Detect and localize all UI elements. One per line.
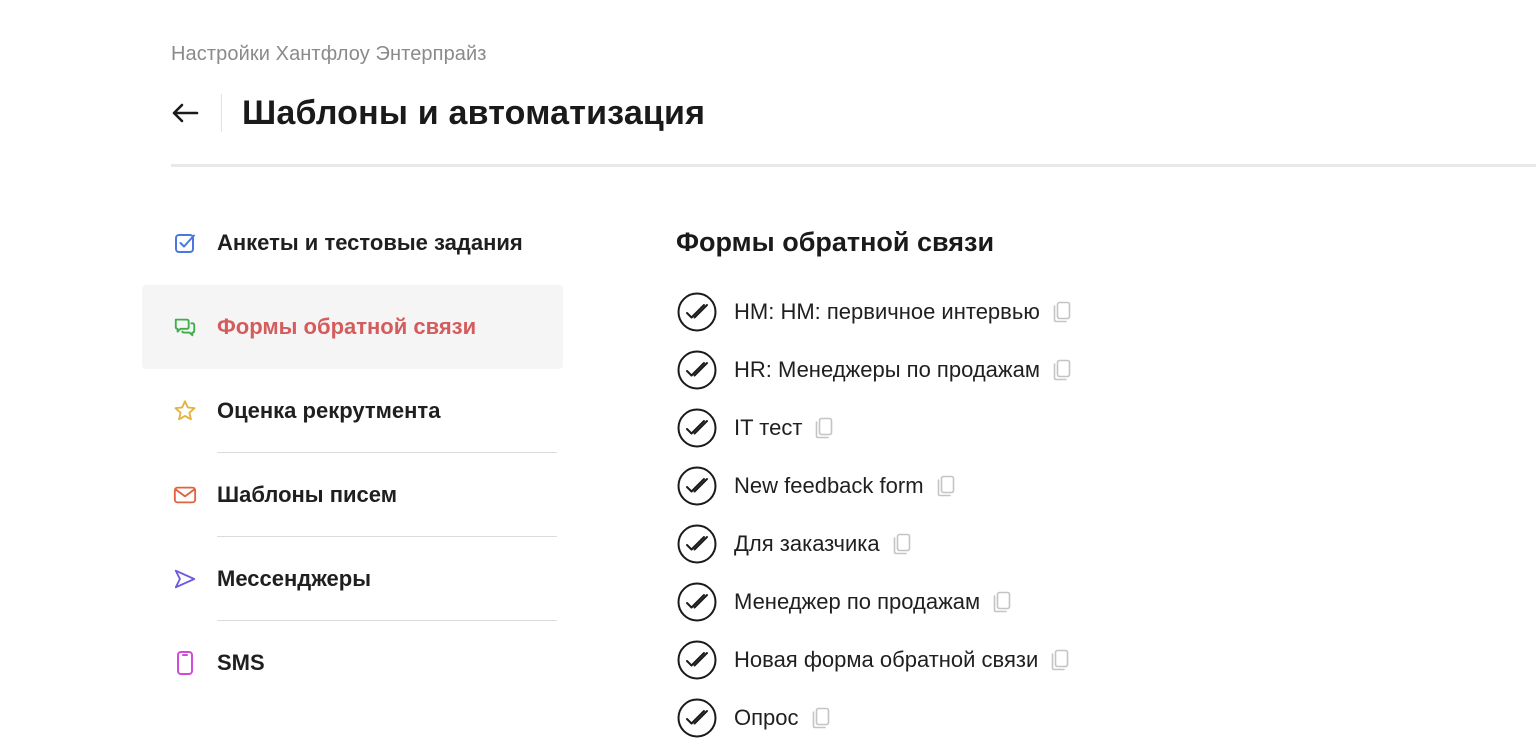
form-name-link[interactable]: IT тест [734, 415, 802, 441]
copy-icon[interactable] [1052, 359, 1072, 381]
sidebar-item-label: Формы обратной связи [217, 314, 477, 339]
sidebar-item-messengers[interactable]: Мессенджеры [142, 537, 563, 621]
copy-icon[interactable] [811, 707, 831, 729]
copy-icon[interactable] [814, 417, 834, 439]
double-check-icon [676, 465, 718, 507]
form-name-link[interactable]: Новая форма обратной связи [734, 647, 1038, 673]
sidebar-item-recruitment-rating[interactable]: Оценка рекрутмента [142, 369, 563, 453]
double-check-icon [676, 291, 718, 333]
sidebar-item-label: Шаблоны писем [217, 482, 397, 507]
sidebar-item-label: Оценка рекрутмента [217, 398, 441, 423]
back-arrow-icon[interactable] [171, 99, 199, 127]
list-item[interactable]: Опрос [676, 689, 1072, 746]
title-row: Шаблоны и автоматизация [171, 92, 705, 134]
sidebar-item-questionnaires[interactable]: Анкеты и тестовые задания [142, 201, 563, 285]
header-divider [171, 164, 1536, 167]
form-name-link[interactable]: HM: HM: первичное интервью [734, 299, 1040, 325]
breadcrumb[interactable]: Настройки Хантфлоу Энтерпрайз [171, 43, 487, 66]
list-item[interactable]: IT тест [676, 399, 1072, 457]
copy-icon[interactable] [1050, 649, 1070, 671]
feedback-form-list: HM: HM: первичное интервью HR: Менеджеры… [676, 283, 1072, 746]
copy-icon[interactable] [992, 591, 1012, 613]
list-item[interactable]: HR: Менеджеры по продажам [676, 341, 1072, 399]
double-check-icon [676, 639, 718, 681]
sidebar-item-sms[interactable]: SMS [142, 621, 563, 705]
list-item[interactable]: Менеджер по продажам [676, 573, 1072, 631]
list-item[interactable]: HM: HM: первичное интервью [676, 283, 1072, 341]
form-name-link[interactable]: New feedback form [734, 473, 924, 499]
form-name-link[interactable]: HR: Менеджеры по продажам [734, 357, 1040, 383]
page-title: Шаблоны и автоматизация [242, 93, 706, 132]
send-icon [173, 567, 197, 591]
form-name-link[interactable]: Менеджер по продажам [734, 589, 980, 615]
double-check-icon [676, 523, 718, 565]
chat-icon [173, 315, 197, 339]
phone-icon [173, 651, 197, 675]
double-check-icon [676, 697, 718, 739]
mail-icon [173, 483, 197, 507]
section-title: Формы обратной связи [676, 227, 995, 257]
sidebar-item-label: SMS [217, 650, 265, 675]
list-item[interactable]: Для заказчика [676, 515, 1072, 573]
list-item[interactable]: New feedback form [676, 457, 1072, 515]
double-check-icon [676, 407, 718, 449]
sidebar-item-label: Мессенджеры [217, 566, 371, 591]
form-name-link[interactable]: Опрос [734, 705, 799, 731]
sidebar-nav: Анкеты и тестовые задания Формы обратной… [142, 201, 563, 705]
form-name-link[interactable]: Для заказчика [734, 531, 880, 557]
copy-icon[interactable] [936, 475, 956, 497]
copy-icon[interactable] [1052, 301, 1072, 323]
sidebar-item-email-templates[interactable]: Шаблоны писем [142, 453, 563, 537]
settings-page: Настройки Хантфлоу Энтерпрайз Шаблоны и … [0, 0, 1536, 746]
sidebar-item-feedback-forms[interactable]: Формы обратной связи [142, 285, 563, 369]
title-divider [221, 94, 222, 132]
double-check-icon [676, 349, 718, 391]
double-check-icon [676, 581, 718, 623]
copy-icon[interactable] [892, 533, 912, 555]
checkbox-icon [173, 231, 197, 255]
sidebar-item-label: Анкеты и тестовые задания [217, 230, 523, 255]
star-icon [173, 399, 197, 423]
list-item[interactable]: Новая форма обратной связи [676, 631, 1072, 689]
